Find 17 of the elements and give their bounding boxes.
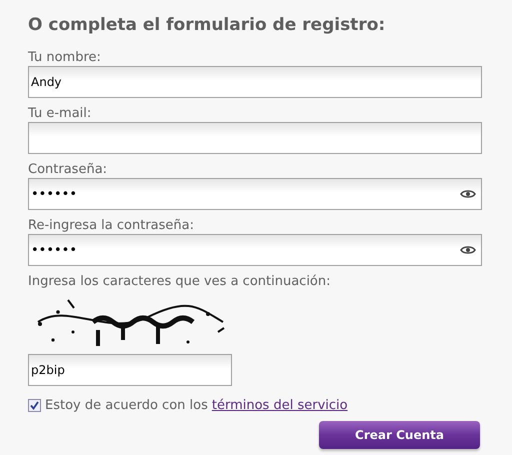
captcha-label: Ingresa los caracteres que ves a continuación: (28, 274, 332, 290)
agreement-text: Estoy de acuerdo con los (45, 398, 208, 413)
text-field[interactable] (28, 122, 482, 154)
text-field[interactable]: Andy (28, 66, 482, 98)
create-account-button[interactable]: Crear Cuenta (319, 421, 480, 449)
field-label: Re-ingresa la contraseña: (28, 218, 195, 234)
agree-checkbox[interactable] (28, 399, 41, 412)
field-label: Contraseña: (28, 162, 108, 178)
eye-icon[interactable] (460, 245, 476, 255)
form-heading: O completa el formulario de registro: (28, 14, 386, 36)
field-label: Tu nombre: (28, 50, 102, 66)
eye-icon[interactable] (460, 189, 476, 199)
password-field[interactable]: •••••• (28, 234, 482, 266)
password-field[interactable]: •••••• (28, 178, 482, 210)
captcha-field[interactable]: p2bip (28, 354, 232, 386)
field-label: Tu e-mail: (28, 106, 92, 122)
terms-link[interactable]: términos del servicio (212, 398, 348, 413)
